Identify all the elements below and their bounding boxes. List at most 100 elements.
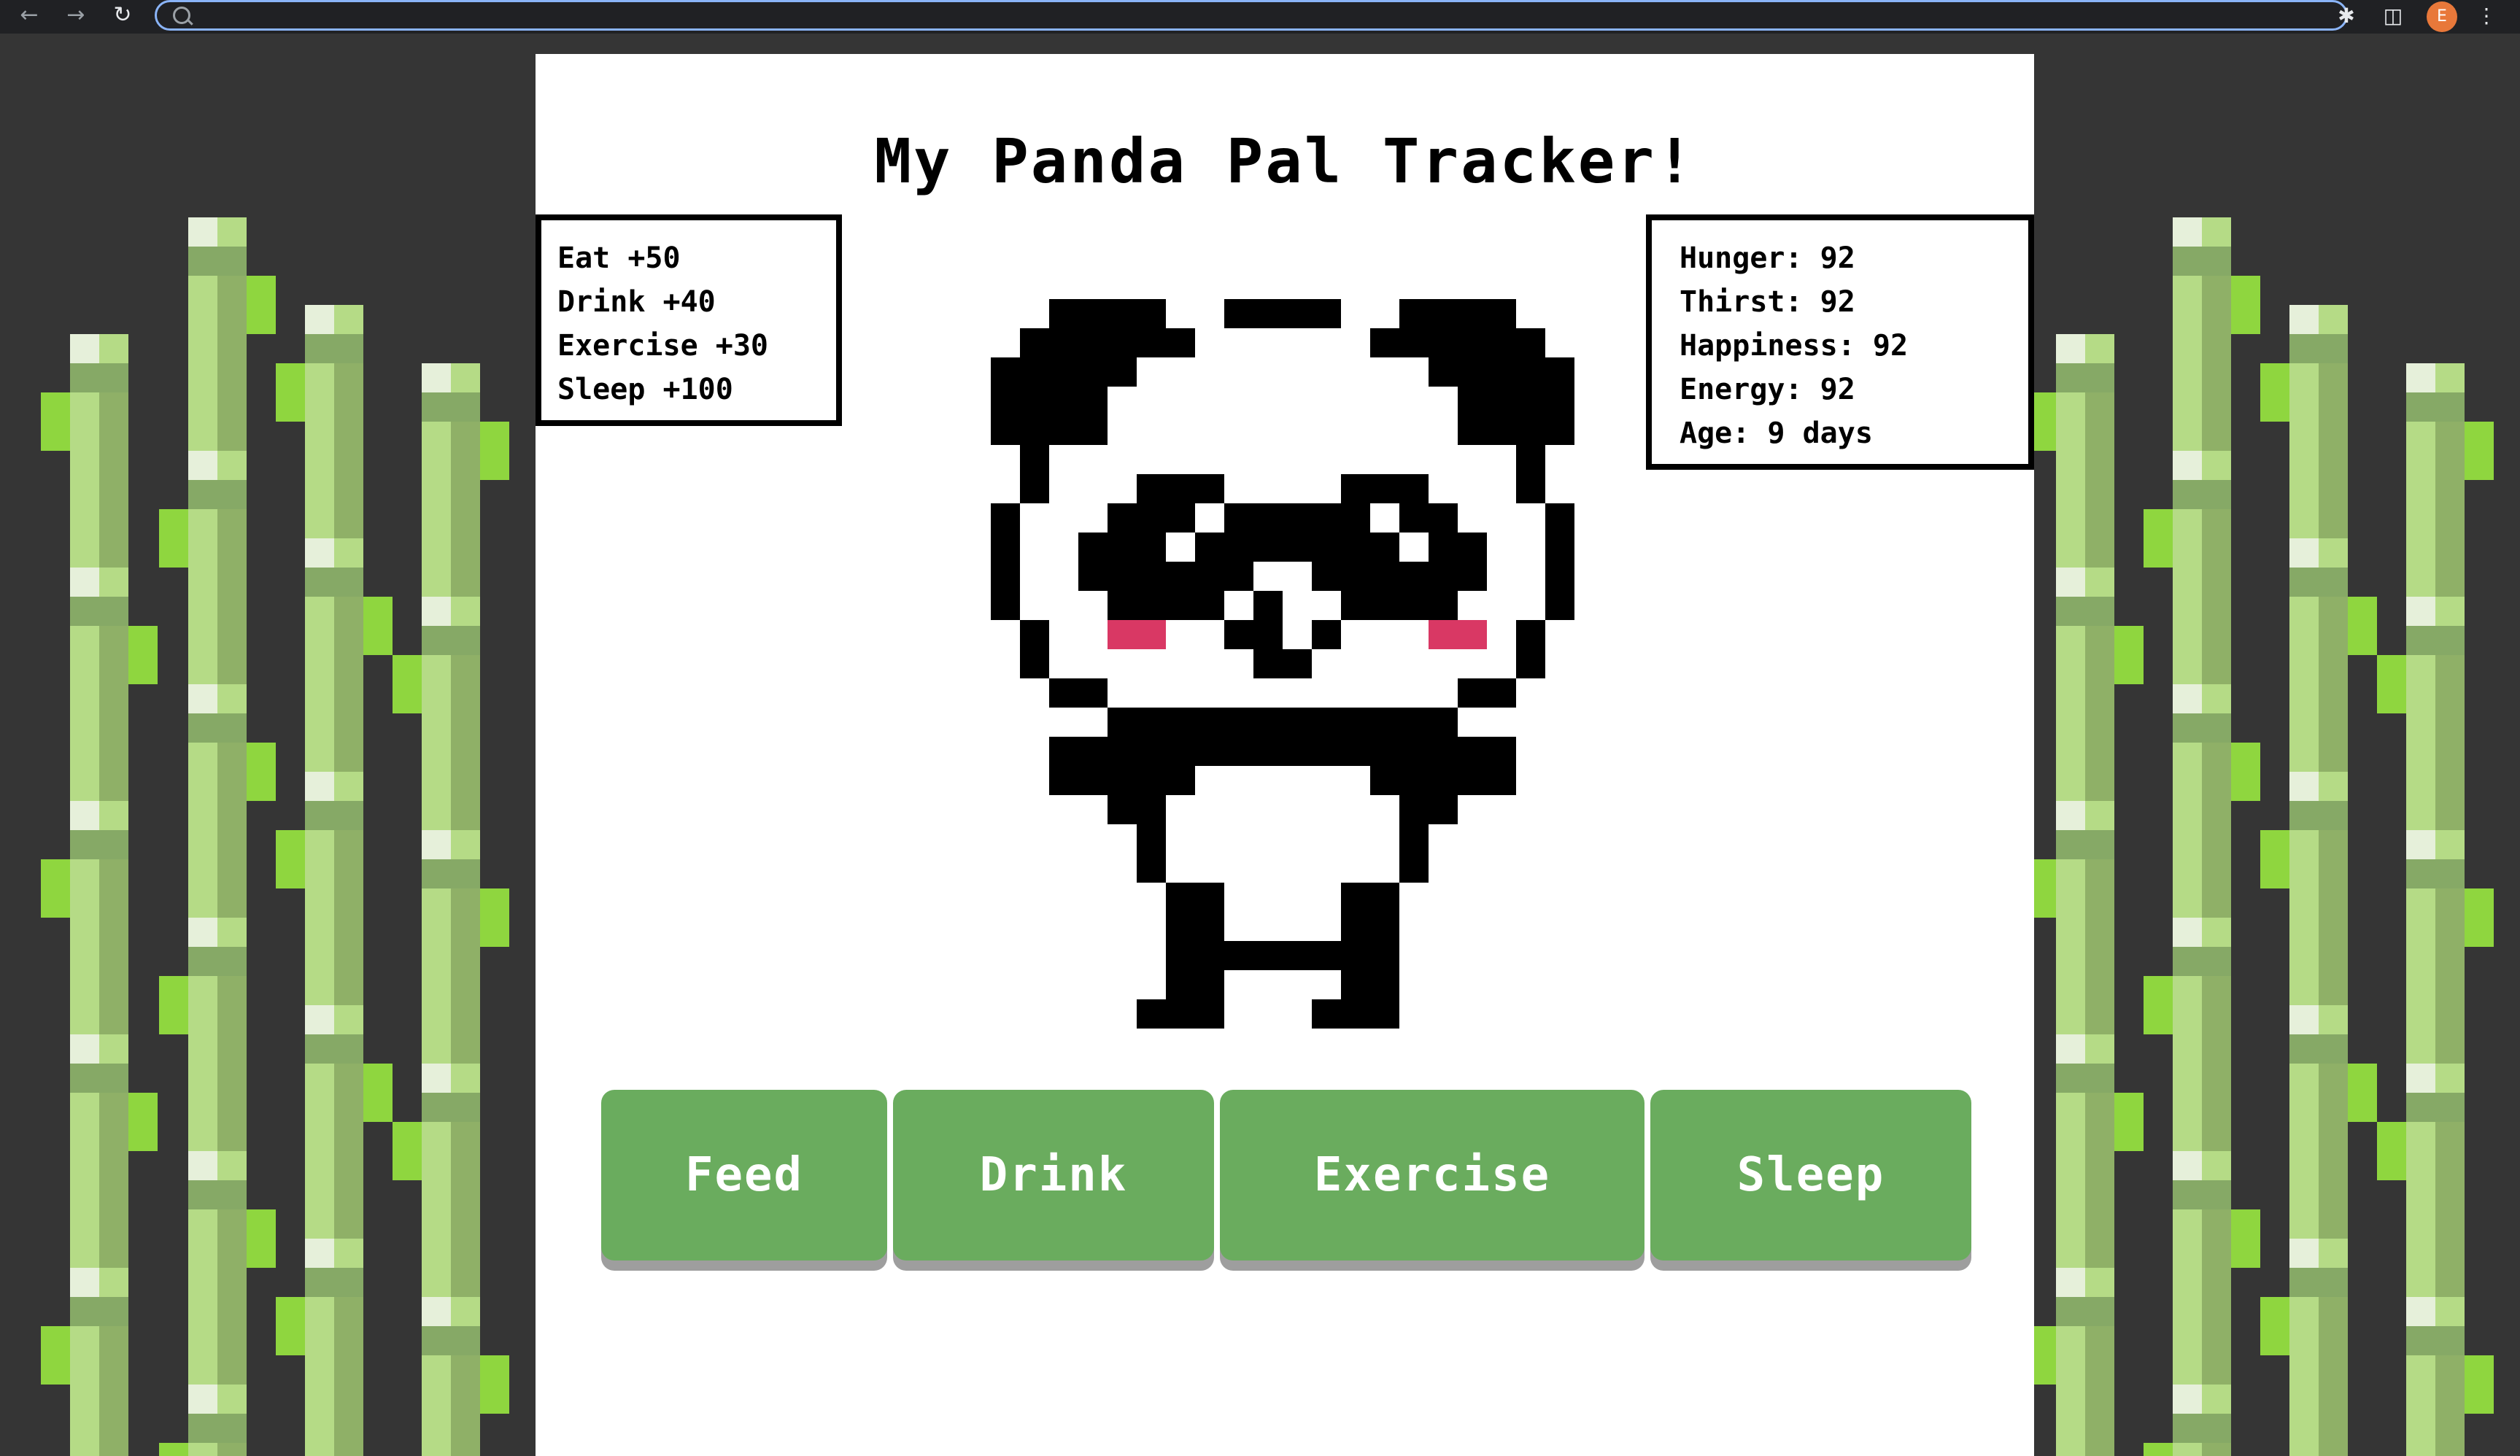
bamboo-pixel (276, 830, 305, 888)
bamboo-pixel (2435, 363, 2465, 1456)
bamboo-pixel (188, 1151, 217, 1180)
bamboo-pixel (2406, 363, 2435, 392)
bamboo-pixel (422, 597, 451, 626)
bamboo-pixel (2056, 1064, 2114, 1093)
bamboo-pixel (422, 1093, 480, 1122)
bamboo-pixel (2289, 772, 2319, 801)
exercise-button[interactable]: Exercise (1220, 1090, 1644, 1261)
bamboo-pixel (451, 1064, 480, 1093)
stat-happiness: Happiness: 92 (1680, 329, 1909, 363)
legend-exercise: Exercise +30 (557, 329, 768, 363)
action-points-legend: Eat +50 Drink +40 Exercise +30 Sleep +10… (536, 214, 842, 426)
feed-button[interactable]: Feed (601, 1090, 887, 1261)
bamboo-pixel (305, 568, 363, 597)
legend-sleep: Sleep +100 (557, 373, 733, 406)
bamboo-pixel (2173, 684, 2202, 713)
bamboo-pixel (2173, 1151, 2202, 1180)
bamboo-pixel (2406, 1326, 2465, 1355)
bamboo-pixel (41, 859, 70, 918)
bamboo-pixel (2173, 947, 2231, 976)
bamboo-pixel (2289, 1034, 2348, 1064)
bamboo-pixel (188, 1414, 247, 1443)
bamboo-pixel (2319, 305, 2348, 334)
bamboo-pixel (2173, 1385, 2202, 1414)
bamboo-pixel (305, 801, 363, 830)
bamboo-pixel (247, 743, 276, 801)
bamboo-pixel (128, 626, 158, 684)
bamboo-pixel (188, 1385, 217, 1414)
bamboo-pixel (334, 772, 363, 801)
bamboo-pixel (334, 1239, 363, 1268)
bamboo-pixel (393, 655, 422, 713)
bamboo-pixel (422, 859, 480, 888)
bamboo-pixel (451, 597, 480, 626)
bamboo-pixel (2289, 305, 2319, 334)
bamboo-pixel (2406, 1064, 2435, 1093)
bamboo-pixel (2406, 597, 2435, 626)
sleep-button[interactable]: Sleep (1650, 1090, 1971, 1261)
bamboo-pixel (2435, 597, 2465, 626)
panda-pixel-art (991, 299, 1574, 1029)
bamboo-pixel (2202, 1151, 2231, 1180)
bamboo-pixel (451, 363, 480, 392)
bamboo-pixel (188, 684, 217, 713)
bamboo-pixel (188, 947, 247, 976)
bamboo-pixel (2056, 597, 2114, 626)
bamboo-pixel (2114, 626, 2144, 684)
stat-hunger: Hunger: 92 (1680, 241, 1855, 275)
bamboo-pixel (41, 1326, 70, 1385)
drink-button[interactable]: Drink (893, 1090, 1214, 1261)
bamboo-pixel (363, 1064, 393, 1122)
bamboo-pixel (2202, 684, 2231, 713)
bamboo-pixel (2406, 1297, 2435, 1326)
bamboo-pixel (2377, 655, 2406, 713)
bamboo-pixel (2056, 568, 2085, 597)
bamboo-pixel (70, 1268, 99, 1297)
bamboo-pixel (217, 918, 247, 947)
bamboo-pixel (188, 480, 247, 509)
bamboo-pixel (247, 276, 276, 334)
bamboo-pixel (2289, 1239, 2319, 1268)
bamboo-pixel (188, 1180, 247, 1209)
bamboo-pixel (188, 918, 217, 947)
bamboo-pixel (422, 1326, 480, 1355)
bamboo-pixel (2056, 334, 2085, 363)
bamboo-pixel (305, 305, 334, 334)
bamboo-pixel (2319, 1005, 2348, 1034)
bamboo-pixel (2465, 1355, 2494, 1414)
bamboo-pixel (247, 1209, 276, 1268)
bamboo-pixel (159, 976, 188, 1034)
bamboo-pixel (2289, 334, 2348, 363)
bamboo-pixel (2289, 1268, 2348, 1297)
bamboo-pixel (451, 830, 480, 859)
bamboo-pixel (70, 1064, 128, 1093)
bamboo-pixel (70, 597, 128, 626)
bamboo-pixel (70, 830, 128, 859)
bamboo-pixel (2202, 451, 2231, 480)
bamboo-pixel (2173, 1414, 2231, 1443)
bamboo-pixel (159, 509, 188, 568)
bamboo-pixel (480, 888, 509, 947)
bamboo-pixel (276, 363, 305, 422)
bamboo-pixel (334, 1005, 363, 1034)
bamboo-pixel (2173, 451, 2202, 480)
stats-panel: Hunger: 92 Thirst: 92 Happiness: 92 Ener… (1646, 214, 2034, 470)
bamboo-pixel (159, 1443, 188, 1456)
stat-age: Age: 9 days (1680, 417, 1873, 450)
bamboo-pixel (2231, 743, 2260, 801)
bamboo-pixel (2056, 801, 2085, 830)
bamboo-pixel (393, 1122, 422, 1180)
tracker-card: My Panda Pal Tracker! Eat +50 Drink +40 … (536, 54, 2034, 1456)
bamboo-pixel (422, 363, 451, 392)
bamboo-pixel (217, 1151, 247, 1180)
bamboo-pixel (2348, 597, 2377, 655)
bamboo-pixel (305, 538, 334, 568)
bamboo-pixel (2435, 830, 2465, 859)
bamboo-pixel (2377, 1122, 2406, 1180)
bamboo-pixel (217, 451, 247, 480)
bamboo-pixel (2202, 217, 2231, 1456)
bamboo-pixel (188, 713, 247, 743)
bamboo-pixel (2085, 334, 2114, 363)
bamboo-pixel (422, 1064, 451, 1093)
page-title: My Panda Pal Tracker! (874, 125, 1696, 197)
